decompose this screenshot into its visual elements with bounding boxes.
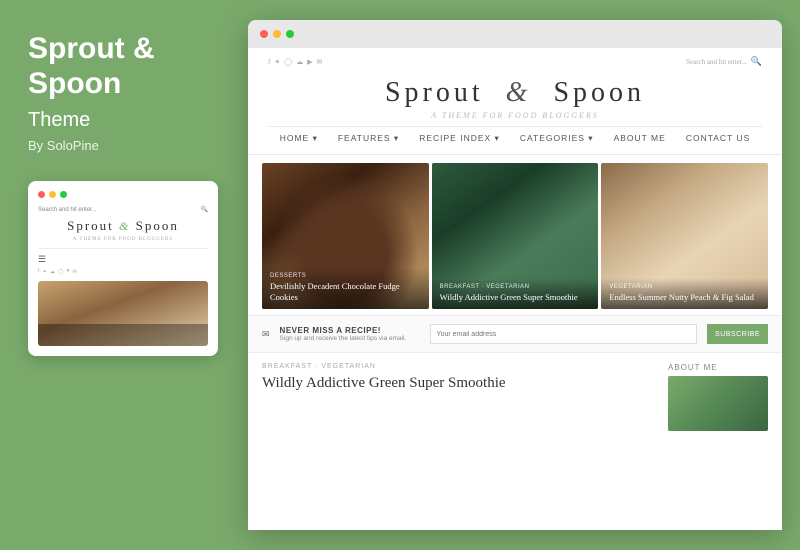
envelope-icon: ✉ <box>262 329 270 340</box>
browser-dot-red <box>260 30 268 38</box>
browser-window: f ✦ ◯ ☁ ▶ ✉ Search and hit enter... 🔍 Sp… <box>248 20 782 530</box>
social-icon-ig: ◯ <box>284 58 292 66</box>
nav-about-me[interactable]: ABOUT ME <box>614 133 666 144</box>
mobile-dot-yellow <box>49 191 56 198</box>
social-icon-pi: ☁ <box>296 58 303 66</box>
browser-dot-yellow <box>273 30 281 38</box>
featured-item-salad[interactable]: VEGETARIAN Endless Summer Nutty Peach & … <box>601 163 768 309</box>
mobile-dot-red <box>38 191 45 198</box>
browser-dot-green <box>286 30 294 38</box>
mobile-menu-icon: ☰ <box>38 254 208 265</box>
mobile-dot-green <box>60 191 67 198</box>
bottom-content: BREAKFAST · VEGETARIAN Wildly Addictive … <box>248 353 782 441</box>
mobile-logo-text: Sprout & Spoon <box>67 218 179 233</box>
mobile-search-text: Search and hit enter... <box>38 207 97 213</box>
search-placeholder-text: Search and hit enter... <box>686 58 747 66</box>
site-nav: HOME ▾ FEATURES ▾ RECIPE INDEX ▾ CATEGOR… <box>268 126 762 150</box>
mobile-preview: Search and hit enter... 🔍 Sprout & Spoon… <box>28 181 218 356</box>
cookies-overlay: DESSERTS Devilishly Decadent Chocolate F… <box>262 267 429 309</box>
smoothie-overlay: BREAKFAST · VEGETARIAN Wildly Addictive … <box>432 278 599 309</box>
mobile-search-icon: 🔍 <box>201 206 208 213</box>
cookies-category: DESSERTS <box>270 273 421 279</box>
nav-categories[interactable]: CATEGORIES ▾ <box>520 133 594 144</box>
smoothie-title: Wildly Addictive Green Super Smoothie <box>440 292 591 303</box>
mobile-food-image <box>38 281 208 346</box>
nav-recipe-index[interactable]: RECIPE INDEX ▾ <box>419 133 500 144</box>
social-icon-tw: ✦ <box>274 58 280 66</box>
search-icon[interactable]: 🔍 <box>751 56 762 67</box>
mobile-social-row: f✦☁◯♥✉ <box>38 269 208 275</box>
theme-subtitle: Theme <box>28 109 220 132</box>
subscribe-text: NEVER MISS A RECIPE! Sign up and receive… <box>280 326 420 342</box>
subscribe-desc: Sign up and receive the latest tips via … <box>280 335 420 342</box>
search-bar-top[interactable]: Search and hit enter... 🔍 <box>686 56 762 67</box>
subscribe-email-input[interactable] <box>430 324 697 344</box>
subscribe-button[interactable]: SUBSCRIBE <box>707 324 768 344</box>
post-title[interactable]: Wildly Addictive Green Super Smoothie <box>262 374 654 394</box>
featured-item-smoothie[interactable]: BREAKFAST · VEGETARIAN Wildly Addictive … <box>432 163 599 309</box>
site-logo-text: Sprout & Spoon <box>268 77 762 109</box>
site-top-bar: f ✦ ◯ ☁ ▶ ✉ Search and hit enter... 🔍 <box>268 56 762 67</box>
bottom-post-area: BREAKFAST · VEGETARIAN Wildly Addictive … <box>262 363 654 431</box>
featured-item-cookies[interactable]: DESSERTS Devilishly Decadent Chocolate F… <box>262 163 429 309</box>
browser-content: f ✦ ◯ ☁ ▶ ✉ Search and hit enter... 🔍 Sp… <box>248 48 782 530</box>
mobile-window-dots <box>38 191 208 198</box>
mobile-divider <box>38 248 208 249</box>
by-line: By SoloPine <box>28 138 220 153</box>
salad-title: Endless Summer Nutty Peach & Fig Salad <box>609 292 760 303</box>
social-icon-em: ✉ <box>316 58 322 66</box>
cookies-title: Devilishly Decadent Chocolate Fudge Cook… <box>270 281 421 303</box>
social-icon-yt: ▶ <box>307 58 312 66</box>
subscribe-title: NEVER MISS A RECIPE! <box>280 326 420 335</box>
about-me-image <box>668 376 768 431</box>
mobile-header: Search and hit enter... 🔍 <box>38 206 208 213</box>
nav-features[interactable]: FEATURES ▾ <box>338 133 399 144</box>
social-icon-fb: f <box>268 58 270 66</box>
mobile-tagline: A THEME FOR FOOD BLOGGERS <box>38 237 208 242</box>
site-header: f ✦ ◯ ☁ ▶ ✉ Search and hit enter... 🔍 Sp… <box>248 48 782 155</box>
browser-chrome <box>248 20 782 48</box>
about-me-label: ABOUT ME <box>668 363 768 372</box>
left-panel: Sprout &Spoon Theme By SoloPine Search a… <box>0 0 248 550</box>
smoothie-category: BREAKFAST · VEGETARIAN <box>440 284 591 290</box>
social-icons-top: f ✦ ◯ ☁ ▶ ✉ <box>268 58 322 66</box>
site-logo-area: Sprout & Spoon A THEME FOR FOOD BLOGGERS <box>268 73 762 126</box>
salad-category: VEGETARIAN <box>609 284 760 290</box>
subscribe-section: ✉ NEVER MISS A RECIPE! Sign up and recei… <box>248 315 782 353</box>
about-me-area: ABOUT ME <box>668 363 768 431</box>
salad-overlay: VEGETARIAN Endless Summer Nutty Peach & … <box>601 278 768 309</box>
mobile-logo: Sprout & Spoon A THEME FOR FOOD BLOGGERS <box>38 217 208 242</box>
theme-title: Sprout &Spoon <box>28 32 220 101</box>
site-logo-tagline: A THEME FOR FOOD BLOGGERS <box>268 111 762 120</box>
featured-grid: DESSERTS Devilishly Decadent Chocolate F… <box>248 155 782 315</box>
post-meta: BREAKFAST · VEGETARIAN <box>262 363 654 370</box>
nav-home[interactable]: HOME ▾ <box>280 133 318 144</box>
nav-contact-us[interactable]: CONTACT US <box>686 133 750 144</box>
